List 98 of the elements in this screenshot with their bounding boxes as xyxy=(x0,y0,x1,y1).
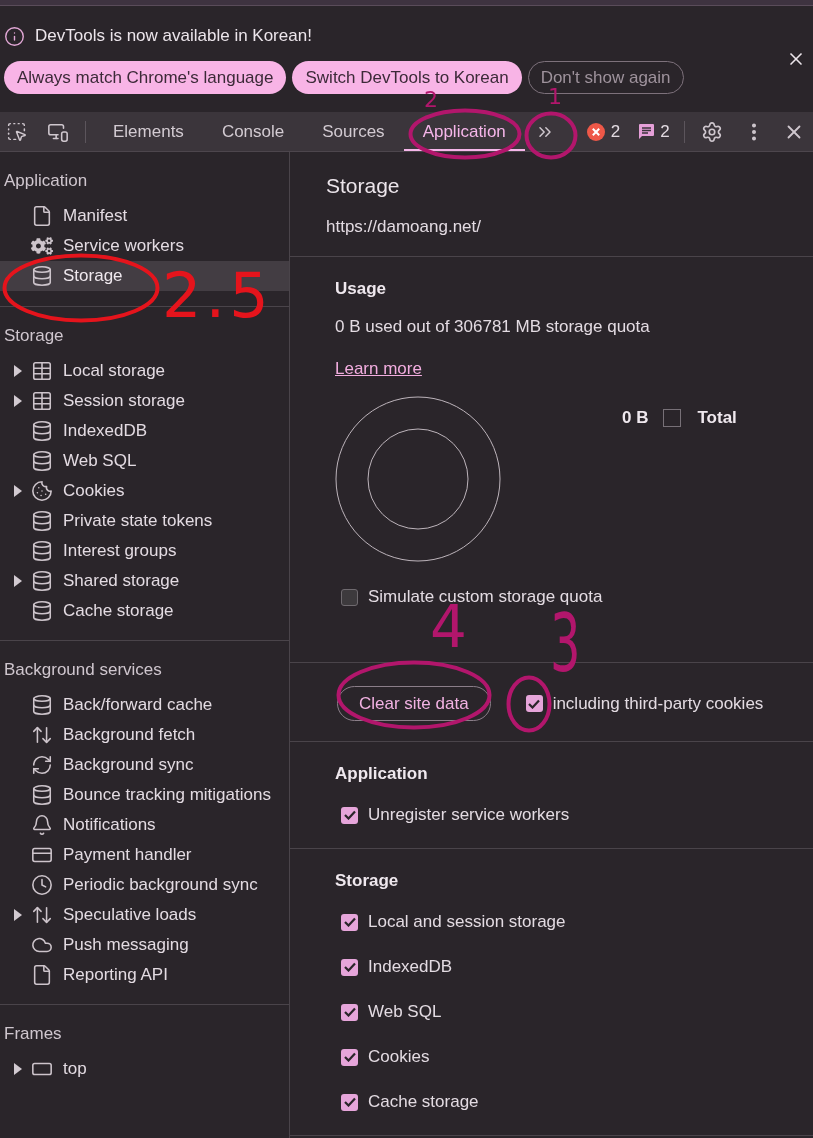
sidebar-item[interactable]: Service workers xyxy=(0,231,289,261)
gears-icon xyxy=(31,235,53,257)
panel-tab[interactable]: Elements xyxy=(94,112,203,151)
checkbox[interactable] xyxy=(341,806,358,824)
database-icon xyxy=(31,510,53,532)
panel-tab[interactable]: Console xyxy=(202,112,304,151)
speech-bubble-icon[interactable] xyxy=(638,123,656,140)
table-icon xyxy=(31,390,53,412)
checkbox-label: Cookies xyxy=(368,1046,430,1069)
panel-tab[interactable]: Sources xyxy=(303,112,404,151)
sidebar-item[interactable]: Session storage xyxy=(0,386,289,416)
sidebar-section-title: Storage xyxy=(3,325,65,348)
checkmark-icon xyxy=(343,1052,356,1062)
database-icon xyxy=(31,450,53,472)
checkmark-icon xyxy=(343,1097,356,1107)
inspect-element-icon[interactable] xyxy=(6,121,27,142)
checkmark-icon xyxy=(343,810,356,820)
sidebar-item[interactable]: Background fetch xyxy=(0,720,289,750)
checkmark-icon xyxy=(343,962,356,972)
sidebar-item[interactable]: Interest groups xyxy=(0,536,289,566)
legend-swatch-icon xyxy=(663,409,682,427)
table-icon xyxy=(31,360,53,382)
arrows-up-down-icon xyxy=(31,724,53,746)
info-icon xyxy=(4,25,25,47)
sidebar-item[interactable]: Manifest xyxy=(0,201,289,231)
sidebar-item[interactable]: Reporting API xyxy=(0,960,289,990)
sidebar-item[interactable]: Cache storage xyxy=(0,596,289,626)
expand-arrow-icon[interactable] xyxy=(14,909,22,921)
checkbox[interactable] xyxy=(341,1093,358,1111)
sidebar-item[interactable]: Periodic background sync xyxy=(0,870,289,900)
clock-icon xyxy=(31,874,53,896)
sidebar-section-title: Application xyxy=(3,170,89,193)
sidebar-section-title: Background services xyxy=(3,659,163,682)
message-count: 2 xyxy=(660,120,670,143)
settings-icon[interactable] xyxy=(701,120,723,143)
checkmark-icon xyxy=(343,917,356,927)
checkbox[interactable] xyxy=(341,588,358,606)
checkmark-icon xyxy=(528,698,541,709)
legend-label: Total xyxy=(697,407,737,430)
file-icon xyxy=(31,205,53,227)
checkbox[interactable] xyxy=(341,1003,358,1021)
section-heading: Application xyxy=(335,763,429,785)
sidebar-item[interactable]: Bounce tracking mitigations xyxy=(0,780,289,810)
sidebar-item[interactable]: Back/forward cache xyxy=(0,690,289,720)
checkbox-label: Local and session storage xyxy=(368,911,566,934)
sidebar-item[interactable]: Shared storage xyxy=(0,566,289,596)
origin-url: https://damoang.net/ xyxy=(326,216,482,238)
expand-arrow-icon[interactable] xyxy=(14,395,22,407)
error-count: 2 xyxy=(610,120,621,143)
learn-more-link[interactable]: Learn more xyxy=(335,356,422,382)
checkbox[interactable] xyxy=(341,958,358,976)
expand-arrow-icon[interactable] xyxy=(14,365,22,377)
sidebar-item[interactable]: Web SQL xyxy=(0,446,289,476)
panel-title: Storage xyxy=(326,173,401,199)
checkbox-label: Web SQL xyxy=(368,1001,442,1024)
cookie-icon xyxy=(31,480,53,502)
section-heading: Usage xyxy=(335,278,388,300)
panel-tab[interactable]: Application xyxy=(403,112,525,151)
checkbox-label: including third-party cookies xyxy=(552,692,764,715)
x-circle-icon[interactable] xyxy=(586,122,605,141)
sidebar-item[interactable]: Private state tokens xyxy=(0,506,289,536)
expand-arrow-icon[interactable] xyxy=(14,485,22,497)
infobar-button[interactable]: Always match Chrome's language xyxy=(4,61,287,94)
sidebar-item[interactable]: Cookies xyxy=(0,476,289,506)
sidebar-item[interactable]: Local storage xyxy=(0,356,289,386)
database-icon xyxy=(31,265,53,287)
checkmark-icon xyxy=(343,1007,356,1017)
checkbox[interactable] xyxy=(341,913,358,931)
bell-icon xyxy=(31,814,53,836)
legend-value: 0 B xyxy=(622,407,649,430)
database-icon xyxy=(31,694,53,716)
database-icon xyxy=(31,570,53,592)
file-icon xyxy=(31,964,53,986)
sidebar-item[interactable]: Background sync xyxy=(0,750,289,780)
checkbox-label: IndexedDB xyxy=(368,956,453,979)
checkbox[interactable] xyxy=(525,695,543,712)
sidebar-item[interactable]: top xyxy=(0,1054,289,1084)
infobar-message: DevTools is now available in Korean! xyxy=(35,25,312,48)
expand-arrow-icon[interactable] xyxy=(14,1063,22,1075)
checkbox-label: Unregister service workers xyxy=(368,804,570,827)
checkbox-label: Cache storage xyxy=(368,1091,479,1114)
expand-arrow-icon[interactable] xyxy=(14,575,22,587)
checkbox[interactable] xyxy=(341,1048,358,1066)
database-icon xyxy=(31,784,53,806)
usage-summary: 0 B used out of 306781 MB storage quota xyxy=(335,316,651,338)
sync-arrows-icon xyxy=(31,754,53,776)
sidebar-item[interactable]: Push messaging xyxy=(0,930,289,960)
sidebar-item[interactable]: Notifications xyxy=(0,810,289,840)
section-heading: Storage xyxy=(335,870,400,892)
sidebar-item[interactable]: IndexedDB xyxy=(0,416,289,446)
arrows-up-down-icon xyxy=(31,904,53,926)
sidebar-section-title: Frames xyxy=(3,1023,63,1046)
sidebar-item[interactable]: Speculative loads xyxy=(0,900,289,930)
database-icon xyxy=(31,420,53,442)
database-icon xyxy=(31,540,53,562)
database-icon xyxy=(31,600,53,622)
annotation-number: 3 xyxy=(550,604,581,684)
sidebar-item[interactable]: Payment handler xyxy=(0,840,289,870)
